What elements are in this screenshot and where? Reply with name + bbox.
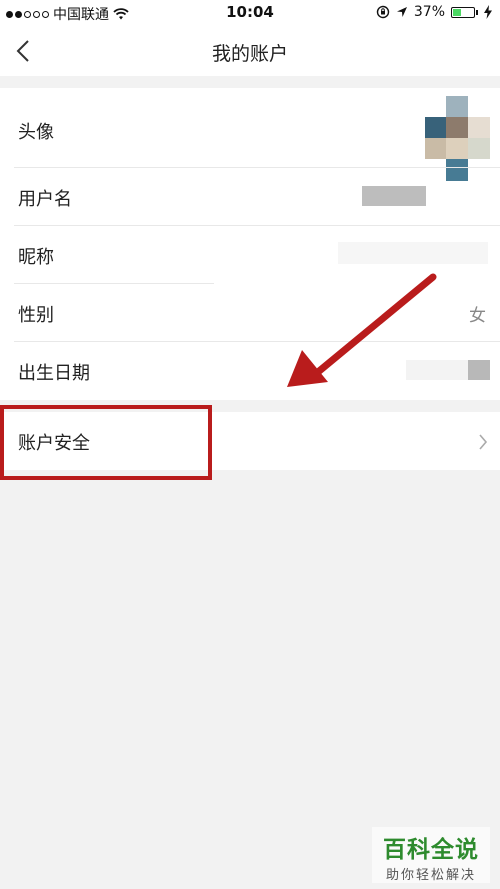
watermark-subtitle: 助你轻松解决 bbox=[385, 868, 476, 883]
watermark-logo: 百科全说 助你轻松解决 bbox=[372, 827, 490, 883]
annotation-arrow bbox=[287, 273, 437, 387]
watermark-title: 百科全说 bbox=[383, 837, 479, 863]
